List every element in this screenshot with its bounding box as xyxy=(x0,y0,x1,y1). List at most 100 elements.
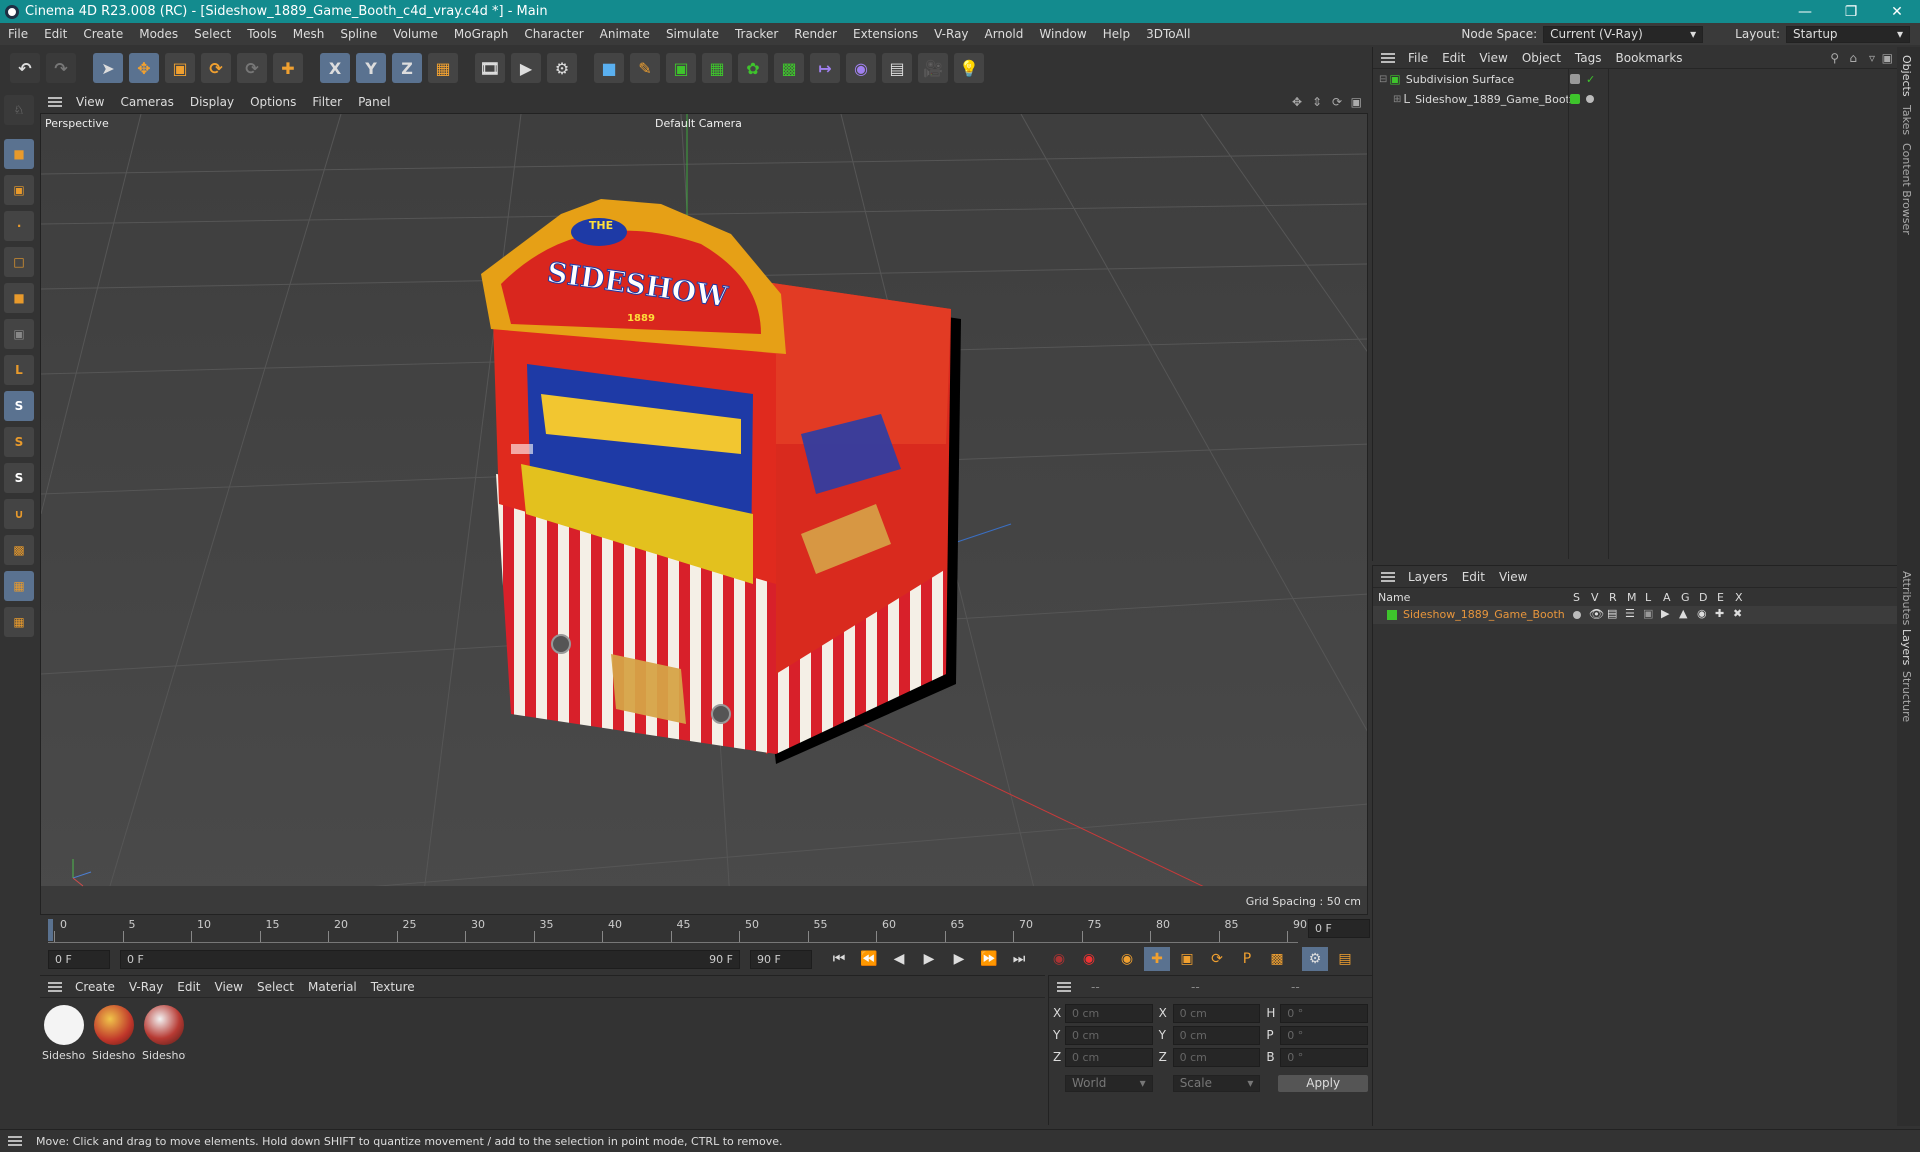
expression-icon[interactable]: ✚ xyxy=(1715,607,1724,620)
locked-workplane-icon[interactable]: ▦ xyxy=(4,607,34,637)
menu-help[interactable]: Help xyxy=(1095,27,1138,41)
layer-row[interactable]: Sideshow_1889_Game_Booth 👁 ▤ ☰ ▣ ▶ ▲ ◉ ✚… xyxy=(1373,606,1897,624)
previous-key-icon[interactable]: ⏪ xyxy=(856,947,882,971)
menu-tools[interactable]: Tools xyxy=(239,27,285,41)
material-swatch[interactable]: Sideshow xyxy=(92,1005,136,1062)
3d-viewport[interactable]: THE SIDESHOW 1889 Perspective Default Ca… xyxy=(40,113,1368,915)
light-icon[interactable]: 💡 xyxy=(954,53,984,83)
viewport-menu-options[interactable]: Options xyxy=(242,95,304,109)
render-region-icon[interactable]: 🎞 xyxy=(475,53,505,83)
hamburger-icon[interactable] xyxy=(1057,981,1071,992)
tab-takes[interactable]: Takes xyxy=(1900,105,1913,135)
rotate-tool-icon[interactable]: ⟳ xyxy=(201,53,231,83)
snap-icon[interactable]: S xyxy=(4,391,34,421)
menu-arnold[interactable]: Arnold xyxy=(977,27,1032,41)
scale-tool-icon[interactable]: ▣ xyxy=(165,53,195,83)
rotation-p-field[interactable]: 0 ° xyxy=(1280,1025,1369,1045)
menu-spline[interactable]: Spline xyxy=(332,27,385,41)
animation-icon[interactable]: ▶ xyxy=(1661,607,1669,620)
cube-primitive-icon[interactable]: ■ xyxy=(594,53,624,83)
parameter-key-icon[interactable]: P xyxy=(1234,947,1260,971)
deformer-icon[interactable]: ◉ xyxy=(1697,607,1707,620)
object-menu-bookmarks[interactable]: Bookmarks xyxy=(1609,51,1690,65)
auto-keying-icon[interactable]: ◉ xyxy=(1076,947,1102,971)
hamburger-icon[interactable] xyxy=(1381,571,1395,582)
eye-icon[interactable]: 👁 xyxy=(1589,607,1604,621)
layer-color-icon[interactable] xyxy=(1387,610,1397,620)
layer-tag-icon[interactable] xyxy=(1570,74,1580,84)
select-tool-icon[interactable]: ➤ xyxy=(93,53,123,83)
render-view-icon[interactable]: ▶ xyxy=(511,53,541,83)
material-menu-edit[interactable]: Edit xyxy=(170,980,207,994)
search-icon[interactable]: ⚲ xyxy=(1830,51,1839,65)
coordinate-system-icon[interactable]: ▦ xyxy=(428,53,458,83)
tab-structure[interactable]: Structure xyxy=(1900,671,1913,722)
next-frame-icon[interactable]: ▶ xyxy=(946,947,972,971)
material-menu-texture[interactable]: Texture xyxy=(364,980,422,994)
axis-mode-icon[interactable]: L xyxy=(4,355,34,385)
menu-mesh[interactable]: Mesh xyxy=(285,27,333,41)
scale-mode-select[interactable]: Scale ▾ xyxy=(1172,1074,1261,1092)
go-to-start-icon[interactable]: ⏮ xyxy=(826,947,852,971)
minimize-icon[interactable]: — xyxy=(1782,0,1828,23)
maximize-view-icon[interactable]: ▣ xyxy=(1351,95,1362,109)
keyframe-selection-icon[interactable]: ◉ xyxy=(1114,947,1140,971)
close-icon[interactable]: ✕ xyxy=(1874,0,1920,23)
magnet-icon[interactable]: ∪ xyxy=(4,499,34,529)
start-frame-field[interactable]: 0 F xyxy=(48,949,110,969)
previous-frame-icon[interactable]: ◀ xyxy=(886,947,912,971)
layer-color-icon[interactable] xyxy=(1570,94,1580,104)
undo-icon[interactable]: ↶ xyxy=(10,53,40,83)
hamburger-icon[interactable] xyxy=(8,1136,22,1146)
enabled-check-icon[interactable]: ✓ xyxy=(1586,73,1595,86)
x-axis-lock-icon[interactable]: X xyxy=(320,53,350,83)
viewport-menu-cameras[interactable]: Cameras xyxy=(112,95,181,109)
manager-icon[interactable]: ☰ xyxy=(1625,607,1635,620)
layer-name[interactable]: Sideshow_1889_Game_Booth xyxy=(1403,608,1565,621)
menu-create[interactable]: Create xyxy=(75,27,131,41)
scale-key-icon[interactable]: ▣ xyxy=(1174,947,1200,971)
model-mode-icon[interactable]: ■ xyxy=(4,139,34,169)
go-to-end-icon[interactable]: ⏭ xyxy=(1006,947,1032,971)
object-menu-view[interactable]: View xyxy=(1472,51,1514,65)
visibility-dot-icon[interactable] xyxy=(1586,95,1594,103)
size-x-field[interactable]: 0 cm xyxy=(1172,1003,1261,1023)
extrude-generator-icon[interactable]: ▦ xyxy=(702,53,732,83)
viewport-menu-display[interactable]: Display xyxy=(182,95,242,109)
point-level-key-icon[interactable]: ▩ xyxy=(1264,947,1290,971)
dope-sheet-icon[interactable]: ▤ xyxy=(1332,947,1358,971)
menu-animate[interactable]: Animate xyxy=(592,27,658,41)
tab-objects[interactable]: Objects xyxy=(1900,55,1913,97)
menu-tracker[interactable]: Tracker xyxy=(727,27,786,41)
rotation-b-field[interactable]: 0 ° xyxy=(1280,1047,1369,1067)
menu-3dtoall[interactable]: 3DToAll xyxy=(1138,27,1198,41)
current-frame-field[interactable]: 0 F xyxy=(1308,919,1370,938)
generator-icon[interactable]: ▲ xyxy=(1679,607,1687,620)
coordinate-mode-select[interactable]: World ▾ xyxy=(1065,1074,1153,1092)
hamburger-icon[interactable] xyxy=(48,97,62,107)
menu-render[interactable]: Render xyxy=(786,27,845,41)
menu-edit[interactable]: Edit xyxy=(36,27,75,41)
object-menu-file[interactable]: File xyxy=(1401,51,1435,65)
redo-icon[interactable]: ↷ xyxy=(46,53,76,83)
tree-expand-icon[interactable]: ⊟ xyxy=(1379,74,1387,85)
viewport-menu-filter[interactable]: Filter xyxy=(304,95,350,109)
layer-menu-layers[interactable]: Layers xyxy=(1401,570,1455,584)
subdivision-generator-icon[interactable]: ▣ xyxy=(666,53,696,83)
quantize-icon[interactable]: S xyxy=(4,463,34,493)
position-key-icon[interactable]: ✚ xyxy=(1144,947,1170,971)
position-z-field[interactable]: 0 cm xyxy=(1064,1047,1153,1067)
snap-settings-icon[interactable]: S xyxy=(4,427,34,457)
orbit-view-icon[interactable]: ⟳ xyxy=(1332,95,1342,109)
move-tool-icon[interactable]: ✥ xyxy=(129,53,159,83)
size-y-field[interactable]: 0 cm xyxy=(1172,1025,1261,1045)
deformer-icon[interactable]: ↦ xyxy=(810,53,840,83)
rotation-h-field[interactable]: 0 ° xyxy=(1280,1003,1369,1023)
timeline-ruler[interactable]: 0 5 10 15 20 25 30 35 40 45 50 55 60 65 70 75 80 85 90 0 F xyxy=(40,915,1372,945)
menu-volume[interactable]: Volume xyxy=(385,27,446,41)
workplane-icon[interactable]: ▩ xyxy=(4,535,34,565)
tab-attributes[interactable]: Attributes xyxy=(1900,571,1913,625)
xref-icon[interactable]: ✖ xyxy=(1733,607,1742,620)
position-x-field[interactable]: 0 cm xyxy=(1064,1003,1153,1023)
material-menu-create[interactable]: Create xyxy=(68,980,122,994)
